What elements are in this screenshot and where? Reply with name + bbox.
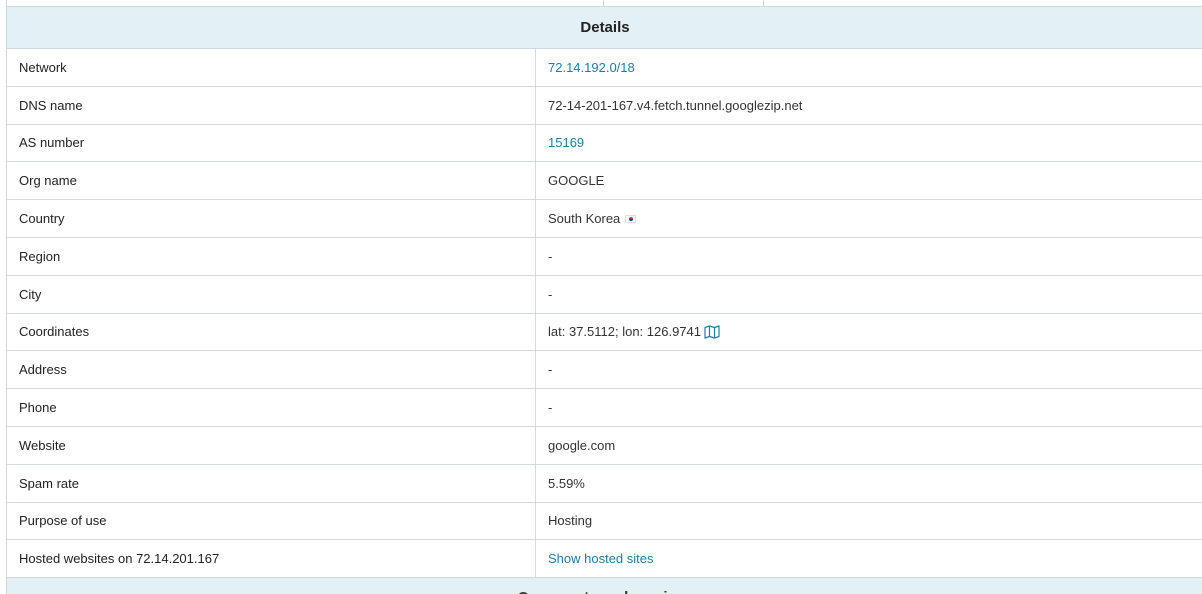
show-hosted-sites-link[interactable]: Show hosted sites [548, 551, 654, 566]
row-label: Country [19, 211, 65, 227]
cell-divider [535, 124, 536, 162]
table-row-country: Country South Korea [7, 200, 1202, 238]
row-value: google.com [548, 437, 616, 453]
row-value: 72-14-201-167.v4.fetch.tunnel.googlezip.… [548, 97, 803, 113]
row-label: AS number [19, 135, 85, 151]
table-row-region: Region - [7, 237, 1202, 276]
row-label: Coordinates [19, 324, 90, 340]
details-table: Network 72.14.192.0/18 DNS name 72-14-20… [7, 49, 1202, 579]
cell-divider [535, 162, 536, 200]
row-value: lat: 37.5112; lon: 126.9741 [548, 324, 701, 340]
table-row-city: City - [7, 275, 1202, 314]
row-label: Org name [19, 173, 77, 189]
south-korea-flag-icon [625, 214, 637, 223]
row-value: 5.59% [548, 475, 585, 491]
cell-divider [535, 351, 536, 389]
details-header: Details [7, 7, 1202, 49]
previous-table-edge [7, 0, 1202, 7]
table-row-network: Network 72.14.192.0/18 [7, 49, 1202, 87]
cell-divider [535, 49, 536, 86]
row-label: DNS name [19, 97, 83, 113]
table-row-org-name: Org name GOOGLE [7, 162, 1202, 201]
row-label: Address [19, 362, 67, 378]
row-value: - [548, 248, 553, 264]
table-row-hosted-websites: Hosted websites on 72.14.201.167 Show ho… [7, 540, 1202, 579]
network-link[interactable]: 72.14.192.0/18 [548, 60, 635, 75]
table-row-purpose: Purpose of use Hosting [7, 502, 1202, 541]
table-row-address: Address - [7, 351, 1202, 390]
row-value: Hosting [548, 513, 593, 529]
cell-divider [535, 502, 536, 540]
row-value: - [548, 362, 553, 378]
cell-divider [535, 237, 536, 275]
table-row-dns-name: DNS name 72-14-201-167.v4.fetch.tunnel.g… [7, 86, 1202, 125]
row-label: Network [19, 59, 67, 75]
cell-divider [535, 86, 536, 124]
next-section-header: Open ports and services [7, 577, 1202, 594]
table-row-spam-rate: Spam rate 5.59% [7, 464, 1202, 503]
row-label: City [19, 286, 42, 302]
row-value: GOOGLE [548, 173, 605, 189]
details-panel: Details Network 72.14.192.0/18 DNS name … [6, 0, 1202, 594]
row-label: Region [19, 248, 61, 264]
table-row-as-number: AS number 15169 [7, 124, 1202, 163]
row-label: Purpose of use [19, 513, 107, 529]
table-row-phone: Phone - [7, 389, 1202, 427]
row-label: Spam rate [19, 475, 79, 491]
column-divider [763, 0, 764, 7]
table-row-website: Website google.com [7, 426, 1202, 465]
row-label: Hosted websites on 72.14.201.167 [19, 551, 220, 567]
column-divider [603, 0, 604, 7]
row-value: - [548, 286, 553, 302]
cell-divider [535, 200, 536, 237]
cell-divider [535, 313, 536, 351]
cell-divider [535, 275, 536, 313]
row-label: Phone [19, 400, 57, 416]
as-number-link[interactable]: 15169 [548, 135, 584, 150]
cell-divider [535, 464, 536, 502]
cell-divider [535, 426, 536, 464]
row-value: South Korea [548, 211, 621, 227]
cell-divider [535, 540, 536, 578]
map-icon[interactable] [704, 325, 720, 339]
row-label: Website [19, 437, 66, 453]
cell-divider [535, 389, 536, 426]
table-row-coordinates: Coordinates lat: 37.5112; lon: 126.9741 [7, 313, 1202, 352]
row-value: - [548, 400, 553, 416]
